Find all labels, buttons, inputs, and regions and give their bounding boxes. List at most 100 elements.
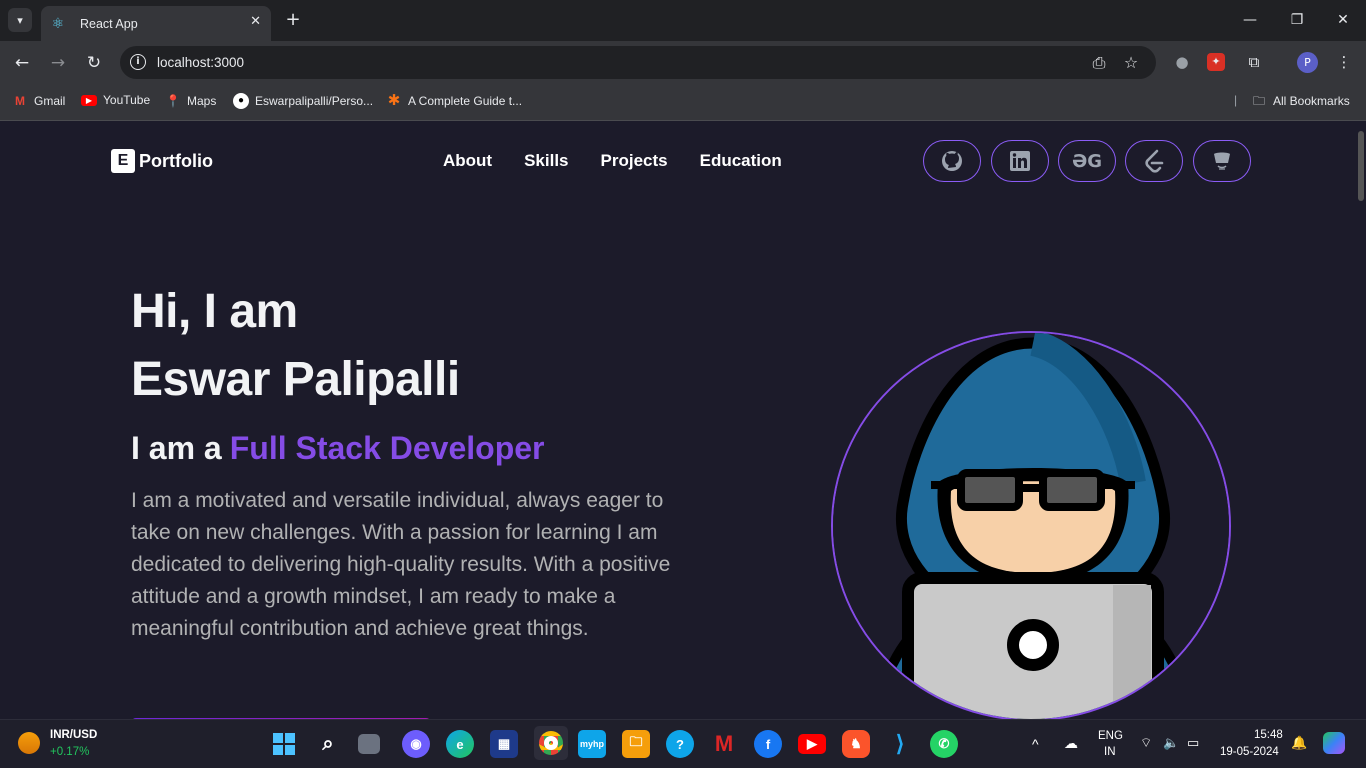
active-tab[interactable]: ⚛ React App ✕ bbox=[41, 6, 271, 41]
portfolio-page: E Portfolio About Skills Projects Educat… bbox=[0, 121, 1356, 719]
bookmark-label: Eswarpalipalli/Perso... bbox=[255, 94, 374, 108]
clock-time[interactable]: 15:48 bbox=[1254, 729, 1283, 741]
minimize-button[interactable]: — bbox=[1230, 8, 1270, 32]
tray-overflow-icon[interactable]: ^ bbox=[1032, 736, 1039, 752]
youtube-taskbar-icon[interactable]: ▶ bbox=[798, 734, 826, 754]
vscode-icon[interactable]: ⟩ bbox=[886, 730, 914, 758]
gmail-icon: M bbox=[15, 94, 25, 108]
leetcode-icon bbox=[1145, 149, 1164, 173]
wifi-icon[interactable]: ⌔ bbox=[1140, 735, 1152, 751]
extension-icon[interactable]: ● bbox=[1171, 51, 1193, 73]
site-info-icon[interactable]: i bbox=[130, 54, 146, 70]
react-icon: ⚛ bbox=[51, 15, 65, 32]
brave-icon[interactable]: ♞ bbox=[842, 730, 870, 758]
whatsapp-icon[interactable]: ✆ bbox=[930, 730, 958, 758]
bookmark-gmail[interactable]: M Gmail bbox=[12, 93, 65, 109]
tab-strip: ▾ ⚛ React App ✕ + — ❐ ✕ bbox=[0, 0, 1366, 41]
site-logo[interactable]: E Portfolio bbox=[111, 149, 213, 173]
browser-toolbar: ← → ↻ i localhost:3000 ⎙ ☆ ● ✦ ⧉ P ⋮ bbox=[0, 41, 1366, 84]
menu-icon[interactable]: ⋮ bbox=[1333, 51, 1355, 73]
teams-icon[interactable]: ◉ bbox=[402, 730, 430, 758]
notification-bell-icon[interactable]: 🔔 bbox=[1291, 735, 1307, 751]
bookmark-youtube[interactable]: ▶ YouTube bbox=[81, 93, 150, 107]
all-bookmarks-label: All Bookmarks bbox=[1273, 94, 1350, 108]
start-icon[interactable] bbox=[270, 730, 298, 758]
page-scrollbar[interactable] bbox=[1356, 121, 1366, 719]
task-view-icon[interactable] bbox=[358, 734, 380, 754]
asterisk-icon: ✱ bbox=[387, 92, 401, 109]
hero-greeting: Hi, I am bbox=[131, 285, 298, 338]
folder-icon: 🗀 bbox=[1252, 94, 1265, 108]
leetcode-link[interactable] bbox=[1125, 140, 1183, 182]
nav-education[interactable]: Education bbox=[700, 151, 782, 171]
profile-avatar[interactable]: P bbox=[1297, 52, 1318, 73]
scrollbar-thumb[interactable] bbox=[1358, 131, 1364, 201]
close-tab-icon[interactable]: ✕ bbox=[250, 14, 261, 29]
maps-icon: 📍 bbox=[165, 94, 181, 108]
extensions-puzzle-icon[interactable]: ⧉ bbox=[1243, 51, 1265, 73]
linkedin-icon bbox=[1010, 151, 1030, 171]
youtube-icon: ▶ bbox=[81, 94, 97, 106]
windows-taskbar: INR/USD +0.17% ⌕ ◉ e ▦ myhp 🗀 ? M f ▶ ♞ … bbox=[0, 719, 1366, 768]
logo-text: Portfolio bbox=[139, 150, 213, 171]
facebook-icon[interactable]: f bbox=[754, 730, 782, 758]
install-app-icon[interactable]: ⎙ bbox=[1088, 52, 1110, 74]
github-link[interactable] bbox=[923, 140, 981, 182]
language-bottom[interactable]: IN bbox=[1104, 746, 1116, 758]
file-explorer-icon[interactable]: 🗀 bbox=[622, 730, 650, 758]
back-button[interactable]: ← bbox=[10, 51, 34, 75]
bookmark-label: A Complete Guide t... bbox=[408, 94, 523, 108]
widget-title[interactable]: INR/USD bbox=[50, 729, 97, 741]
clock-date[interactable]: 19-05-2024 bbox=[1220, 746, 1279, 758]
profile-avatar-image bbox=[831, 331, 1231, 719]
hacker-illustration bbox=[833, 333, 1229, 719]
linkedin-link[interactable] bbox=[991, 140, 1049, 182]
currency-widget-icon[interactable] bbox=[18, 732, 40, 754]
bookmark-star-icon[interactable]: ☆ bbox=[1120, 52, 1142, 74]
edge-icon[interactable]: e bbox=[446, 730, 474, 758]
mcafee-icon[interactable]: M bbox=[710, 730, 738, 758]
bookmarks-divider: | bbox=[1234, 93, 1238, 107]
forward-button[interactable]: → bbox=[46, 51, 70, 75]
all-bookmarks[interactable]: 🗀 All Bookmarks bbox=[1251, 93, 1350, 109]
close-window-button[interactable]: ✕ bbox=[1323, 8, 1363, 32]
hero-role: I am a Full Stack Developer bbox=[131, 430, 545, 467]
geeksforgeeks-link[interactable]: ƏG bbox=[1058, 140, 1116, 182]
bookmark-guide[interactable]: ✱ A Complete Guide t... bbox=[386, 93, 522, 109]
nav-projects[interactable]: Projects bbox=[601, 151, 668, 171]
bookmarks-bar: M Gmail ▶ YouTube 📍 Maps ● Eswarpalipall… bbox=[0, 84, 1366, 121]
extension-red-icon[interactable]: ✦ bbox=[1207, 53, 1225, 71]
bookmark-github[interactable]: ● Eswarpalipalli/Perso... bbox=[233, 93, 373, 109]
tab-title: React App bbox=[80, 16, 138, 31]
bookmark-label: Maps bbox=[187, 94, 217, 108]
volume-icon[interactable]: 🔈 bbox=[1163, 735, 1179, 751]
codechef-icon bbox=[1214, 152, 1230, 170]
help-icon[interactable]: ? bbox=[666, 730, 694, 758]
address-bar[interactable]: i localhost:3000 ⎙ ☆ bbox=[120, 46, 1156, 79]
url-text: localhost:3000 bbox=[157, 55, 245, 70]
geeksforgeeks-icon: ƏG bbox=[1071, 150, 1103, 172]
bookmark-maps[interactable]: 📍 Maps bbox=[165, 93, 217, 109]
onedrive-icon[interactable]: ☁ bbox=[1064, 735, 1078, 752]
main-nav: About Skills Projects Education bbox=[443, 151, 782, 171]
logo-letter: E bbox=[111, 149, 135, 173]
github-icon: ● bbox=[233, 93, 249, 109]
nav-skills[interactable]: Skills bbox=[524, 151, 568, 171]
copilot-icon[interactable] bbox=[1323, 732, 1345, 754]
store-icon[interactable]: ▦ bbox=[490, 730, 518, 758]
battery-icon[interactable]: ▭ bbox=[1187, 735, 1199, 751]
myhp-icon[interactable]: myhp bbox=[578, 730, 606, 758]
chrome-icon[interactable] bbox=[534, 726, 568, 760]
hero-description: I am a motivated and versatile individua… bbox=[131, 489, 671, 640]
language-top[interactable]: ENG bbox=[1098, 730, 1123, 742]
reload-button[interactable]: ↻ bbox=[82, 51, 106, 75]
restore-button[interactable]: ❐ bbox=[1277, 8, 1317, 32]
new-tab-button[interactable]: + bbox=[283, 8, 303, 32]
codechef-link[interactable] bbox=[1193, 140, 1251, 182]
github-icon bbox=[942, 151, 962, 171]
nav-about[interactable]: About bbox=[443, 151, 492, 171]
bookmark-label: Gmail bbox=[34, 94, 66, 108]
tab-search-button[interactable]: ▾ bbox=[8, 8, 32, 32]
search-icon[interactable]: ⌕ bbox=[314, 730, 342, 758]
bookmark-label: YouTube bbox=[103, 93, 151, 107]
